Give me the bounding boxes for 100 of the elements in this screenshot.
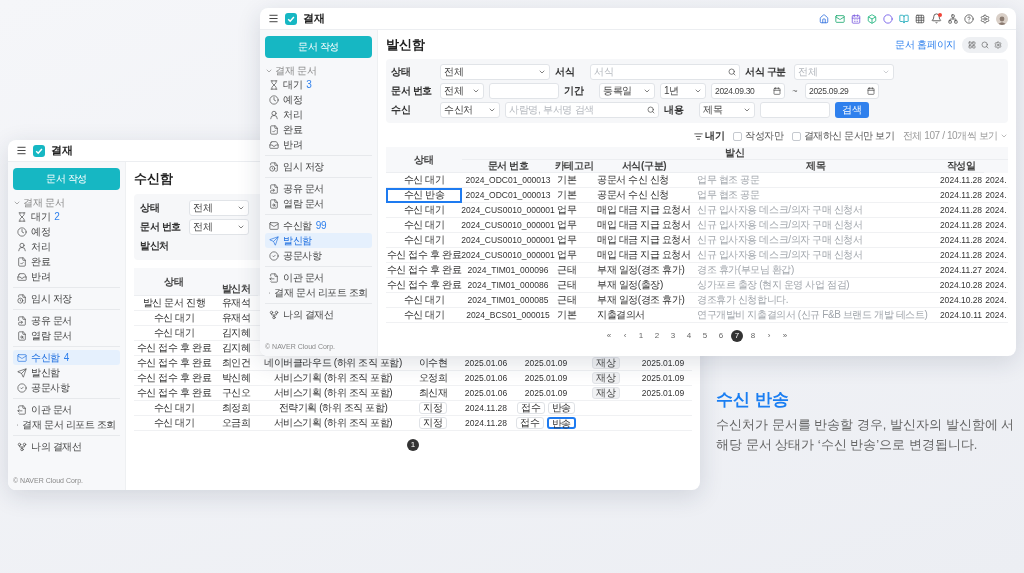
sidebar-item[interactable]: 발신함 — [13, 365, 120, 380]
search-button[interactable]: 검색 — [835, 102, 869, 118]
sidebar-item[interactable]: 예정 — [13, 224, 120, 239]
sidebar-item[interactable]: 완료 — [13, 254, 120, 269]
sidebar-item[interactable]: 반려 — [265, 137, 372, 152]
settings-icon[interactable] — [980, 13, 990, 24]
action-button[interactable]: 반송 — [547, 402, 575, 414]
homepage-link[interactable]: 문서 홈페이지 — [895, 38, 956, 52]
dropdown[interactable]: 등록일 — [599, 83, 655, 99]
page-button[interactable]: 2 — [651, 330, 663, 342]
table-cell: 매입 대금 지급 요청서 — [594, 218, 694, 233]
filter-button[interactable]: 내기 — [694, 129, 726, 143]
home-icon[interactable] — [819, 13, 829, 24]
calendar-icon[interactable] — [851, 13, 861, 24]
table-cell: 2024_ODC01_000013 — [462, 188, 554, 203]
sidebar-item[interactable]: 나의 결재선 — [265, 307, 372, 322]
sidebar-item[interactable]: 임시 저장 — [265, 159, 372, 174]
table-cell: 업무 협조 공문 — [694, 173, 938, 188]
table-cell: 서비스기획 (하위 조직 포함) — [258, 386, 408, 401]
page-button[interactable]: 8 — [747, 330, 759, 342]
dropdown[interactable]: 전체 — [189, 219, 249, 235]
page-button[interactable]: 5 — [699, 330, 711, 342]
page-button[interactable]: » — [779, 330, 791, 342]
column-header: 작성일 — [938, 160, 984, 173]
sidebar-item[interactable]: 나의 결재선 — [13, 439, 120, 454]
table-cell: 2025.01.06 — [458, 386, 514, 401]
mail-icon — [269, 220, 279, 231]
book-icon[interactable] — [899, 13, 909, 24]
action-button[interactable]: 접수 — [517, 402, 545, 414]
sidebar-item[interactable]: 이관 문서 — [13, 402, 120, 417]
avatar[interactable] — [996, 12, 1008, 25]
sidebar-item[interactable]: 공유 문서 — [13, 313, 120, 328]
sidebar-item[interactable]: 처리 — [265, 107, 372, 122]
sidebar-item[interactable]: 공문사항 — [13, 380, 120, 395]
sidebar-item[interactable]: 결재 문서 리포트 조회 — [265, 285, 372, 300]
sidebar-item[interactable]: 열람 문서 — [13, 328, 120, 343]
dropdown[interactable]: 전체 — [440, 83, 484, 99]
dropdown[interactable]: 1년 — [660, 83, 706, 99]
page-button[interactable]: › — [763, 330, 775, 342]
sidebar-item[interactable]: 수신함 4 — [13, 350, 120, 365]
mail-icon[interactable] — [835, 13, 845, 24]
sidebar-item[interactable]: 수신함 99 — [265, 218, 372, 233]
menu-icon[interactable] — [16, 145, 27, 156]
sidebar-item[interactable]: 임시 저장 — [13, 291, 120, 306]
action-button[interactable]: 지정 — [419, 402, 447, 414]
status-badge: 재상 — [592, 357, 620, 369]
dropdown[interactable]: 전체 — [189, 200, 249, 216]
search-icon — [647, 106, 655, 114]
cube-icon[interactable] — [867, 13, 877, 24]
document-clock-icon — [269, 161, 279, 172]
text-field[interactable] — [760, 102, 830, 118]
sidebar-item[interactable]: 열람 문서 — [265, 196, 372, 211]
page-button[interactable]: ‹ — [619, 330, 631, 342]
apps-grid-icon[interactable] — [915, 13, 925, 24]
circle-icon[interactable] — [883, 13, 893, 24]
page-button[interactable]: 1 — [407, 439, 419, 451]
page-button[interactable]: 1 — [635, 330, 647, 342]
caret-icon — [472, 87, 480, 95]
sidebar-item[interactable]: 대기 2 — [13, 209, 120, 224]
text-field[interactable] — [489, 83, 559, 99]
sidebar-item[interactable]: 완료 — [265, 122, 372, 137]
page-button[interactable]: 7 — [731, 330, 743, 342]
checkbox[interactable] — [791, 131, 801, 141]
sidebar-item[interactable]: 반려 — [13, 269, 120, 284]
menu-icon[interactable] — [268, 13, 279, 24]
dropdown[interactable]: 전체 — [440, 64, 550, 80]
table-cell: 2024_CUS0010_000001 — [462, 218, 554, 233]
sidebar-item[interactable]: 예정 — [265, 92, 372, 107]
checkbox[interactable] — [733, 131, 743, 141]
grid-icon[interactable] — [968, 41, 976, 49]
action-button[interactable]: 반송 — [546, 417, 576, 429]
bell-icon[interactable] — [931, 13, 942, 24]
page-button[interactable]: 3 — [667, 330, 679, 342]
page-button[interactable]: 4 — [683, 330, 695, 342]
action-button[interactable]: 지정 — [419, 417, 447, 429]
sidebar-item[interactable]: 이관 문서 — [265, 270, 372, 285]
table-cell: 수신 접수 후 완료 — [134, 371, 214, 386]
sidebar-item[interactable]: 공문사항 — [265, 248, 372, 263]
date-field[interactable]: 2025.09.29 — [805, 83, 879, 99]
help-icon[interactable] — [964, 13, 974, 24]
dropdown[interactable]: 제목 — [699, 102, 755, 118]
page-button[interactable]: 6 — [715, 330, 727, 342]
search-icon[interactable] — [981, 41, 989, 49]
sidebar-item[interactable]: 결재 문서 리포트 조회 — [13, 417, 120, 432]
section-toggle[interactable]: 결재 문서 — [13, 196, 120, 209]
date-field[interactable]: 2024.09.30 — [711, 83, 785, 99]
action-button[interactable]: 접수 — [516, 417, 544, 429]
document-search-icon — [17, 330, 27, 341]
sidebar-item[interactable]: 발신함 — [265, 233, 372, 248]
column-header: 발신 — [462, 147, 1008, 160]
sidebar-item[interactable]: 처리 — [13, 239, 120, 254]
hourglass-icon — [269, 79, 279, 90]
sidebar-item[interactable]: 공유 문서 — [265, 181, 372, 196]
section-toggle[interactable]: 결재 문서 — [265, 64, 372, 77]
page-button[interactable]: « — [603, 330, 615, 342]
settings-icon[interactable] — [994, 41, 1002, 49]
dropdown[interactable]: 수신처 — [440, 102, 500, 118]
org-chart-icon[interactable] — [948, 13, 958, 24]
sidebar-item[interactable]: 대기 3 — [265, 77, 372, 92]
table-cell: 김지혜 — [214, 341, 258, 356]
